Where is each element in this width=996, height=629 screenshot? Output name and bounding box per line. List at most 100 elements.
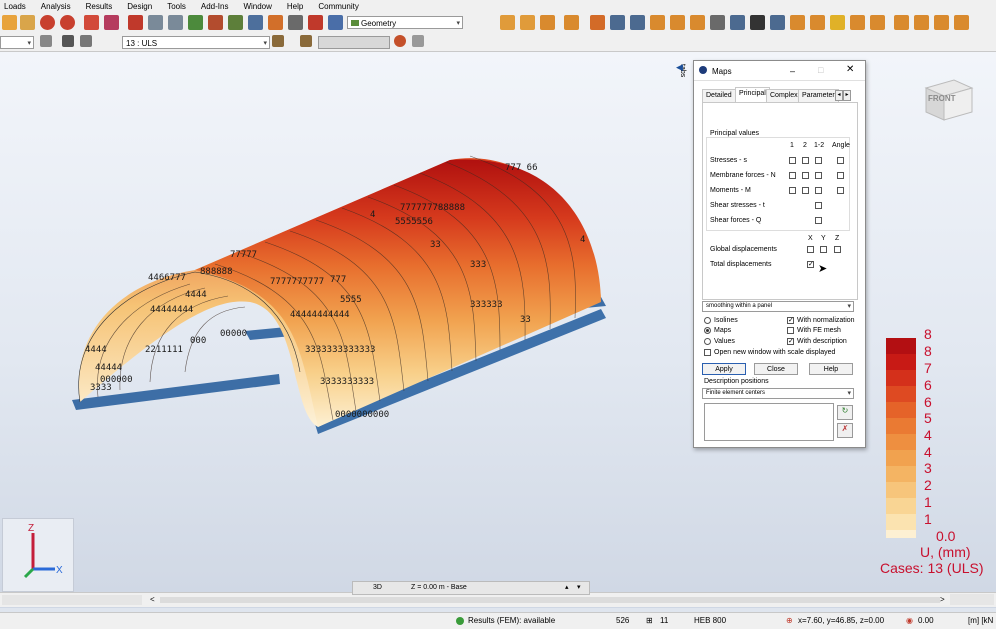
total-displacements-checkbox[interactable]: ✓	[807, 261, 814, 268]
arrow-up-icon[interactable]: ▴	[565, 583, 569, 591]
divide-icon[interactable]	[810, 15, 825, 30]
panels-icon[interactable]	[564, 15, 579, 30]
checkbox[interactable]	[802, 187, 809, 194]
export-icon[interactable]	[954, 15, 969, 30]
layer-toolbar[interactable]	[2, 595, 142, 605]
layout-icon[interactable]	[104, 15, 119, 30]
wizard-icon[interactable]	[934, 15, 949, 30]
checkbox[interactable]	[789, 187, 796, 194]
supports-icon[interactable]	[540, 15, 555, 30]
results-icon[interactable]	[268, 15, 283, 30]
dialog-titlebar[interactable]: Maps – □ ✕	[694, 61, 865, 81]
camera-icon[interactable]	[62, 35, 74, 47]
arrow-left-icon[interactable]: ◀	[676, 62, 683, 73]
measure-icon[interactable]: ◉	[906, 616, 913, 625]
tab-complex[interactable]: Complex	[766, 89, 802, 103]
scroll-right-icon[interactable]: >	[940, 595, 945, 604]
zoom-icon[interactable]	[148, 15, 163, 30]
apply-button[interactable]: Apply	[702, 363, 746, 375]
zoom-window-icon[interactable]	[168, 15, 183, 30]
redo-icon[interactable]	[60, 15, 75, 30]
frame-icon[interactable]	[894, 15, 909, 30]
extrude-icon[interactable]	[790, 15, 805, 30]
maps-radio[interactable]	[704, 327, 711, 334]
view-controls[interactable]	[950, 594, 994, 605]
undo-icon[interactable]	[40, 15, 55, 30]
menu-add-ins[interactable]: Add-Ins	[197, 2, 240, 11]
with-description-checkbox[interactable]: ✓	[787, 338, 794, 345]
tab-parameter[interactable]: Parameter	[798, 89, 839, 103]
checkbox[interactable]	[837, 187, 844, 194]
menu-window[interactable]: Window	[239, 2, 282, 11]
lock-icon[interactable]	[128, 15, 143, 30]
tab-principal[interactable]: Principal	[735, 87, 770, 103]
checkbox[interactable]	[815, 202, 822, 209]
table-icon[interactable]	[84, 15, 99, 30]
layout-selector-icon[interactable]	[328, 15, 343, 30]
tools-icon[interactable]	[308, 15, 323, 30]
paint-icon[interactable]	[590, 15, 605, 30]
menu-tools[interactable]: Tools	[163, 2, 197, 11]
tab-scroll-right-icon[interactable]: ▸	[843, 90, 851, 101]
checkbox[interactable]	[802, 157, 809, 164]
structure-icon[interactable]	[188, 15, 203, 30]
checkbox[interactable]	[807, 246, 814, 253]
values-radio[interactable]	[704, 338, 711, 345]
load-case-combo[interactable]: 13 : ULS ▾	[122, 36, 270, 49]
menu-design[interactable]: Design	[123, 2, 163, 11]
nodes-icon[interactable]	[500, 15, 515, 30]
loads-icon[interactable]	[208, 15, 223, 30]
dimension-icon[interactable]	[750, 15, 765, 30]
load-icon[interactable]	[830, 15, 845, 30]
checkbox[interactable]	[789, 172, 796, 179]
help-button[interactable]: Help	[809, 363, 853, 375]
checkbox[interactable]	[815, 217, 822, 224]
scroll-left-icon[interactable]: <	[150, 595, 155, 604]
checkbox[interactable]	[802, 172, 809, 179]
offset-icon[interactable]	[670, 15, 685, 30]
scale-icon[interactable]	[730, 15, 745, 30]
mirror-icon[interactable]	[690, 15, 705, 30]
filter-icon[interactable]	[40, 35, 52, 47]
selection-combo[interactable]: ▾	[0, 36, 34, 49]
move-icon[interactable]	[630, 15, 645, 30]
view-cube[interactable]: FRONT	[922, 74, 974, 122]
open-new-window-checkbox[interactable]	[704, 349, 711, 356]
tab-detailed[interactable]: Detailed	[702, 89, 736, 103]
with-fe-mesh-checkbox[interactable]	[787, 327, 794, 334]
select-icon[interactable]	[610, 15, 625, 30]
menu-analysis[interactable]: Analysis	[37, 2, 82, 11]
units-field[interactable]: [m] [kN	[968, 616, 993, 625]
section-icon[interactable]	[650, 15, 665, 30]
layout-combo[interactable]: Geometry ▾	[347, 16, 463, 29]
checkbox[interactable]	[837, 172, 844, 179]
checkbox[interactable]	[820, 246, 827, 253]
checkbox[interactable]	[837, 157, 844, 164]
checkbox[interactable]	[815, 172, 822, 179]
isolines-radio[interactable]	[704, 317, 711, 324]
scale-icon-2[interactable]	[412, 35, 424, 47]
horizontal-scrollbar[interactable]	[160, 597, 940, 603]
delete-icon[interactable]: ✗	[837, 423, 853, 438]
snap-status-icon[interactable]: ⊕	[786, 616, 793, 625]
bars-icon[interactable]	[520, 15, 535, 30]
trim-icon[interactable]	[870, 15, 885, 30]
description-positions-combo[interactable]: Finite element centers ▾	[702, 388, 854, 399]
checkbox[interactable]	[834, 246, 841, 253]
with-normalization-checkbox[interactable]: ✓	[787, 317, 794, 324]
menu-loads[interactable]: Loads	[0, 2, 37, 11]
close-icon[interactable]: ✕	[846, 64, 854, 75]
checkbox[interactable]	[789, 157, 796, 164]
display-icon[interactable]	[80, 35, 92, 47]
menu-results[interactable]: Results	[82, 2, 124, 11]
maximize-icon[interactable]: □	[818, 65, 823, 75]
checkbox[interactable]	[815, 157, 822, 164]
chart-icon[interactable]	[248, 15, 263, 30]
arrow-down-icon[interactable]: ▾	[577, 583, 581, 591]
snap-icon[interactable]	[850, 15, 865, 30]
close-button[interactable]: Close	[754, 363, 798, 375]
checkbox[interactable]	[815, 187, 822, 194]
rotate-icon[interactable]	[710, 15, 725, 30]
minimize-icon[interactable]: –	[790, 66, 795, 76]
tab-scroll-left-icon[interactable]: ◂	[835, 90, 843, 101]
